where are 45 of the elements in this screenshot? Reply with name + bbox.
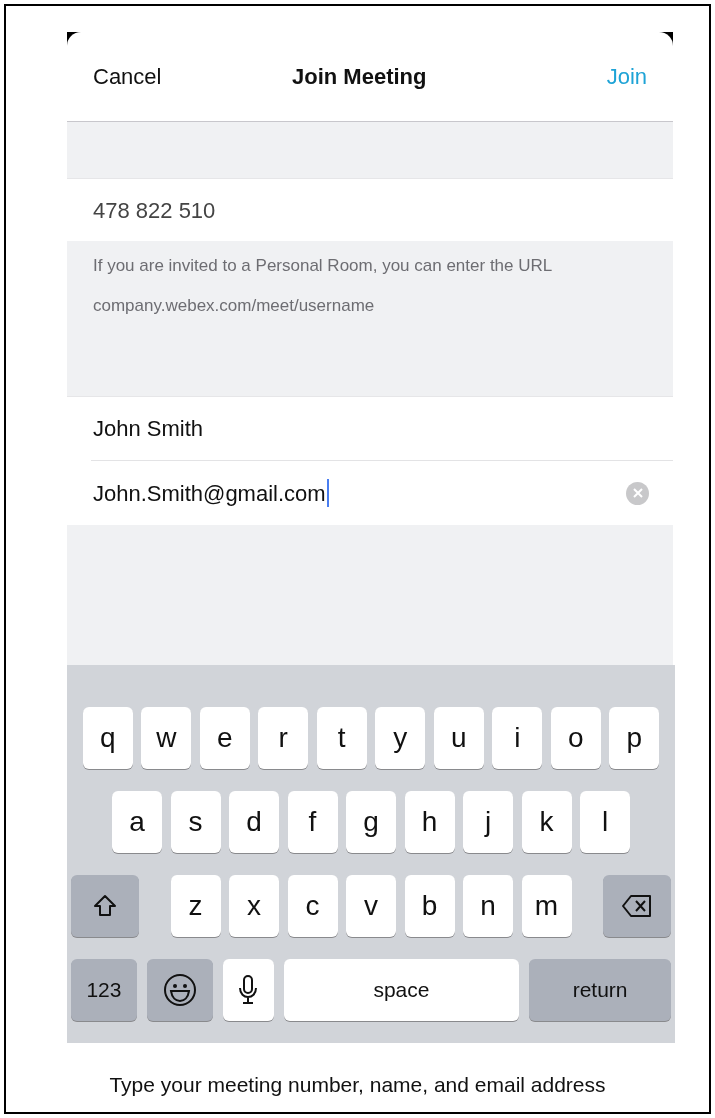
letter-key[interactable]: b xyxy=(404,875,455,937)
hint-text: If you are invited to a Personal Room, you can enter the URL xyxy=(93,255,554,277)
letter-key[interactable]: z xyxy=(170,875,221,937)
letter-key[interactable]: q xyxy=(82,707,133,769)
return-key[interactable]: return xyxy=(529,959,671,1021)
letter-key[interactable]: w xyxy=(141,707,192,769)
letter-key[interactable]: o xyxy=(550,707,601,769)
name-field[interactable]: John Smith xyxy=(91,412,207,445)
screen-title: Join Meeting xyxy=(292,63,427,91)
letter-key[interactable]: i xyxy=(492,707,543,769)
letter-key[interactable]: v xyxy=(346,875,396,937)
letter-key[interactable]: h xyxy=(404,791,455,853)
url-example: company.webex.com/meet/username xyxy=(93,295,375,317)
shift-key[interactable] xyxy=(71,875,139,937)
backspace-key[interactable] xyxy=(603,875,671,937)
letter-key[interactable]: a xyxy=(112,791,162,853)
letter-key[interactable]: m xyxy=(521,875,572,937)
backspace-icon xyxy=(621,894,653,918)
letter-key[interactable]: j xyxy=(463,791,513,853)
space-key[interactable]: space xyxy=(283,959,520,1021)
letter-key[interactable]: c xyxy=(287,875,338,937)
letter-key[interactable]: s xyxy=(170,791,221,853)
letter-key[interactable]: e xyxy=(199,707,250,769)
letter-key[interactable]: d xyxy=(229,791,279,853)
microphone-key[interactable] xyxy=(222,959,274,1021)
smiley-icon xyxy=(162,973,197,1007)
emoji-key[interactable] xyxy=(146,959,213,1021)
cancel-button[interactable]: Cancel xyxy=(93,60,162,93)
meeting-number-field[interactable]: 478 822 510 xyxy=(93,193,216,227)
letter-key[interactable]: x xyxy=(229,875,279,937)
letter-key[interactable]: p xyxy=(609,707,660,769)
letter-key[interactable]: g xyxy=(346,791,396,853)
email-field[interactable]: John.Smith@gmail.com xyxy=(91,476,329,510)
letter-key[interactable]: n xyxy=(463,875,513,937)
letter-key[interactable]: l xyxy=(580,791,630,853)
microphone-icon xyxy=(237,974,260,1006)
letter-key[interactable]: t xyxy=(316,707,367,769)
letter-key[interactable]: k xyxy=(521,791,572,853)
numbers-key[interactable]: 123 xyxy=(71,959,137,1021)
letter-key[interactable]: u xyxy=(433,707,484,769)
letter-key[interactable]: f xyxy=(287,791,338,853)
letter-key[interactable]: r xyxy=(258,707,309,769)
letter-key[interactable]: y xyxy=(375,707,426,769)
up-arrow-icon xyxy=(92,893,118,919)
caption: Type your meeting number, name, and email address xyxy=(109,1072,606,1098)
